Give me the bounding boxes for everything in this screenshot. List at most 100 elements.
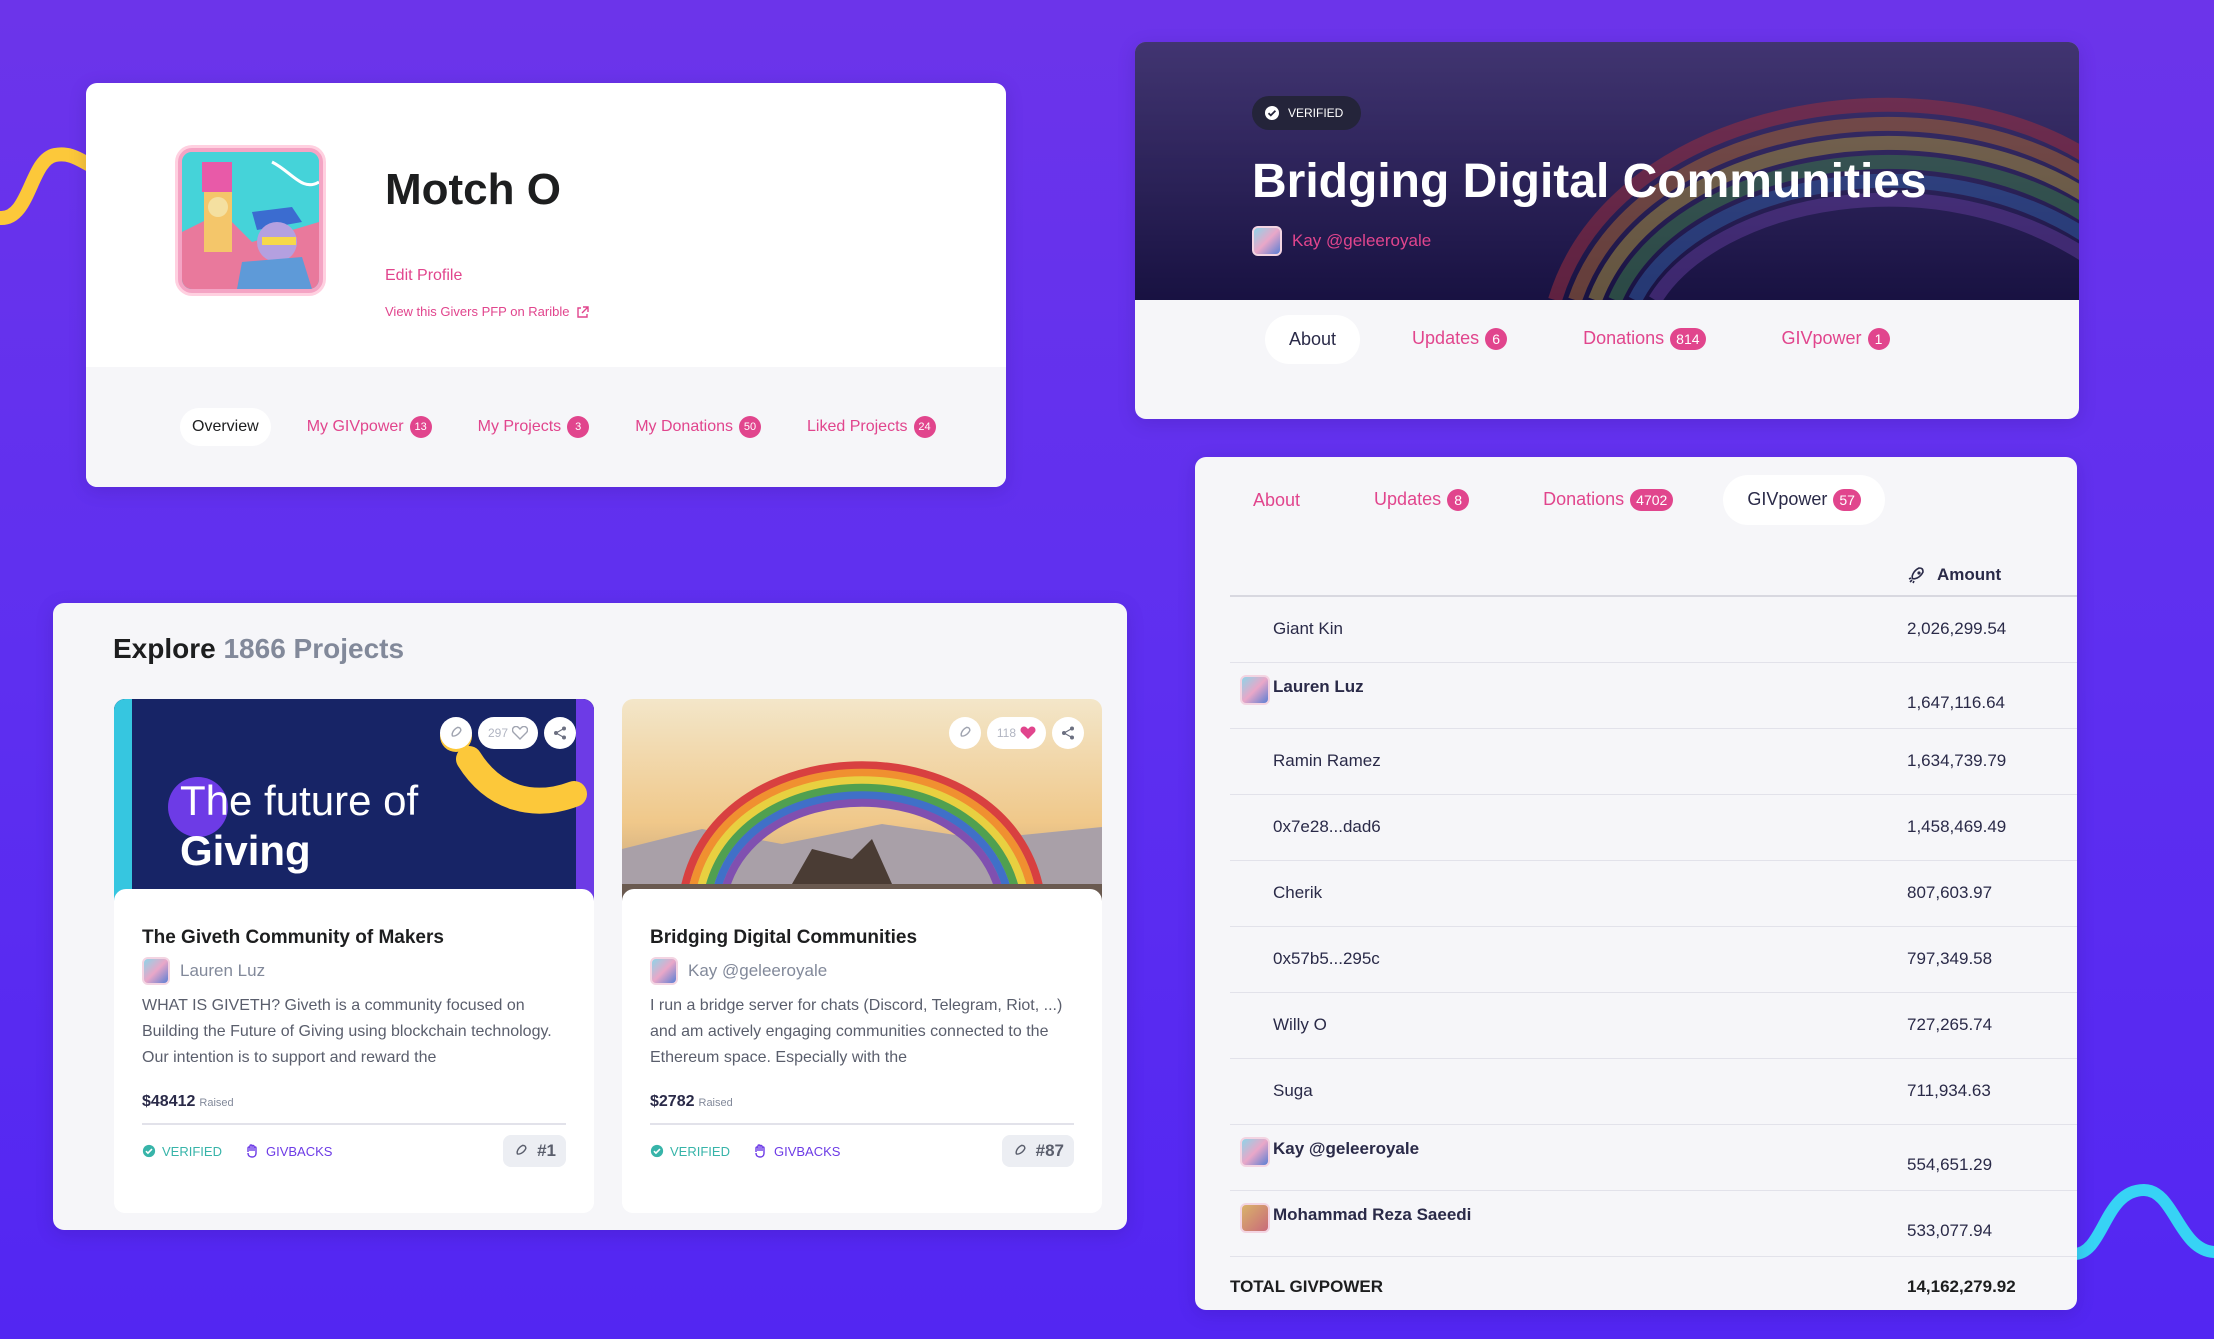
tab-donations[interactable]: Donations 4702 bbox=[1519, 475, 1697, 525]
table-row: Mohammad Reza Saeedi 533,077.94 bbox=[1230, 1191, 2077, 1257]
giver-name[interactable]: Kay @geleeroyale bbox=[1273, 1139, 1419, 1159]
rocket-icon bbox=[516, 1144, 527, 1155]
rank-badge[interactable]: #1 bbox=[503, 1135, 566, 1167]
project-banner: VERIFIED Bridging Digital Communities Ka… bbox=[1135, 42, 2079, 300]
count-badge: 4702 bbox=[1630, 489, 1674, 512]
tab-updates[interactable]: Updates 8 bbox=[1350, 475, 1493, 525]
project-card-title[interactable]: Bridging Digital Communities bbox=[650, 927, 1074, 949]
external-link-icon bbox=[577, 306, 589, 318]
edit-profile-link[interactable]: Edit Profile bbox=[385, 267, 462, 285]
profile-avatar bbox=[178, 148, 323, 293]
givpower-table: Amount Giant Kin 2,026,299.54 Lauren Luz 1… bbox=[1230, 557, 2077, 1257]
tab-donations[interactable]: Donations 814 bbox=[1559, 314, 1729, 364]
givbacks-label: GIVBACKS bbox=[773, 1143, 841, 1159]
project-card[interactable]: The future of Giving 297 The Giveth Comm… bbox=[114, 699, 594, 1213]
raised-amount: $2782 Raised bbox=[650, 1093, 1074, 1125]
like-button[interactable]: 118 bbox=[986, 717, 1046, 749]
tab-updates[interactable]: Updates 6 bbox=[1388, 314, 1531, 364]
count-badge: 24 bbox=[913, 416, 936, 438]
giver-name: Ramin Ramez bbox=[1273, 751, 1381, 770]
givpower-card: About Updates 8 Donations 4702 GIVpower 57 … bbox=[1195, 457, 2077, 1310]
raised-label: Raised bbox=[199, 1097, 234, 1109]
like-button[interactable]: 297 bbox=[477, 717, 538, 749]
givbacks-hand-icon bbox=[755, 1144, 765, 1158]
share-button[interactable] bbox=[544, 717, 576, 749]
verified-tag: VERIFIED bbox=[142, 1144, 222, 1159]
verified-check-icon bbox=[142, 1144, 156, 1158]
count-badge: 1 bbox=[1867, 328, 1890, 351]
project-author-link[interactable]: Kay @geleeroyale bbox=[1252, 226, 1431, 256]
project-card[interactable]: 118 Bridging Digital Communities Kay @ge… bbox=[622, 699, 1102, 1213]
givpower-amount: 711,934.63 bbox=[1907, 1081, 1991, 1100]
view-pfp-label: View this Givers PFP on Rarible bbox=[385, 304, 570, 319]
tab-label: My GIVpower bbox=[306, 418, 404, 436]
giver-name: Suga bbox=[1273, 1081, 1313, 1100]
giver-name[interactable]: Lauren Luz bbox=[1273, 677, 1364, 697]
tab-label: Donations bbox=[1543, 489, 1625, 509]
table-row: Willy O 727,265.74 bbox=[1230, 993, 2077, 1059]
project-tabs: About Updates 6 Donations 814 GIVpower 1 bbox=[1265, 314, 1914, 364]
givpower-amount: 807,603.97 bbox=[1907, 883, 1993, 902]
rocket-icon bbox=[960, 726, 971, 737]
tab-givpower[interactable]: GIVpower 57 bbox=[1723, 475, 1885, 526]
share-icon bbox=[1062, 726, 1074, 740]
givbacks-label: GIVBACKS bbox=[265, 1143, 333, 1159]
boost-button[interactable] bbox=[439, 717, 472, 749]
view-pfp-link[interactable]: View this Givers PFP on Rarible bbox=[385, 304, 589, 319]
verified-tag: VERIFIED bbox=[650, 1144, 730, 1159]
tab-label: About bbox=[1253, 489, 1301, 510]
rank-badge[interactable]: #87 bbox=[1001, 1135, 1074, 1167]
givbacks-tag: GIVBACKS bbox=[754, 1144, 840, 1159]
tab-my-projects[interactable]: My Projects 3 bbox=[468, 406, 600, 448]
rocket-icon bbox=[451, 726, 462, 737]
project-card-author[interactable]: Kay @geleeroyale bbox=[650, 957, 1074, 985]
tab-my-givpower[interactable]: My GIVpower 13 bbox=[297, 406, 442, 448]
share-button[interactable] bbox=[1052, 717, 1084, 749]
boost-button[interactable] bbox=[948, 717, 981, 749]
project-card-description: WHAT IS GIVETH? Giveth is a community fo… bbox=[142, 997, 552, 1066]
count-badge: 8 bbox=[1447, 489, 1470, 512]
givbacks-tag: GIVBACKS bbox=[246, 1144, 332, 1159]
project-card-footer: VERIFIED GIVBACKS #1 bbox=[142, 1135, 566, 1167]
card-actions: 297 bbox=[439, 717, 576, 749]
tab-about[interactable]: About bbox=[1265, 314, 1361, 364]
explore-card: Explore 1866 Projects The future of Givi… bbox=[53, 603, 1127, 1230]
tab-about[interactable]: About bbox=[1229, 476, 1324, 525]
giver-name[interactable]: Mohammad Reza Saeedi bbox=[1273, 1205, 1471, 1225]
count-badge: 6 bbox=[1485, 328, 1508, 351]
verified-label: VERIFIED bbox=[162, 1143, 222, 1159]
share-icon bbox=[554, 726, 566, 740]
givpower-amount: 797,349.58 bbox=[1907, 949, 1993, 968]
project-card-description: I run a bridge server for chats (Discord… bbox=[650, 997, 1063, 1066]
card-actions: 118 bbox=[948, 717, 1084, 749]
project-card-author[interactable]: Lauren Luz bbox=[142, 957, 566, 985]
image-headline-2: Giving bbox=[180, 827, 311, 874]
author-avatar bbox=[650, 957, 678, 985]
profile-card: Motch O Edit Profile View this Givers PF… bbox=[86, 83, 1006, 487]
raised-amount: $48412 Raised bbox=[142, 1093, 566, 1125]
givpower-amount: 533,077.94 bbox=[1907, 1221, 1993, 1240]
project-title: Bridging Digital Communities bbox=[1252, 155, 1927, 208]
givpower-tabs: About Updates 8 Donations 4702 GIVpower 57 bbox=[1229, 475, 1885, 526]
tab-label: About bbox=[1289, 328, 1337, 349]
tab-givpower[interactable]: GIVpower 1 bbox=[1758, 314, 1914, 364]
yellow-squiggle-decoration bbox=[0, 147, 90, 225]
giver-avatar bbox=[1240, 675, 1270, 705]
profile-name: Motch O bbox=[385, 165, 561, 214]
rank-value: #1 bbox=[537, 1141, 556, 1160]
tab-overview[interactable]: Overview bbox=[180, 408, 271, 446]
tab-label: My Donations bbox=[635, 418, 734, 436]
total-label: TOTAL GIVPOWER bbox=[1230, 1277, 1384, 1296]
tab-liked-projects[interactable]: Liked Projects 24 bbox=[797, 406, 946, 448]
table-row: Giant Kin 2,026,299.54 bbox=[1230, 597, 2077, 663]
project-card-title[interactable]: The Giveth Community of Makers bbox=[142, 927, 566, 949]
amount-column-header[interactable]: Amount bbox=[1907, 565, 2001, 585]
rocket-icon bbox=[1908, 567, 1924, 584]
author-name: Kay @geleeroyale bbox=[1292, 231, 1432, 250]
profile-tabs: Overview My GIVpower 13 My Projects 3 My D… bbox=[86, 367, 1006, 487]
tab-my-donations[interactable]: My Donations 50 bbox=[625, 406, 771, 448]
giver-name: Willy O bbox=[1273, 1015, 1327, 1034]
givpower-amount: 1,634,739.79 bbox=[1907, 751, 2007, 770]
like-count: 297 bbox=[487, 726, 508, 740]
giver-avatar bbox=[1240, 1137, 1270, 1167]
